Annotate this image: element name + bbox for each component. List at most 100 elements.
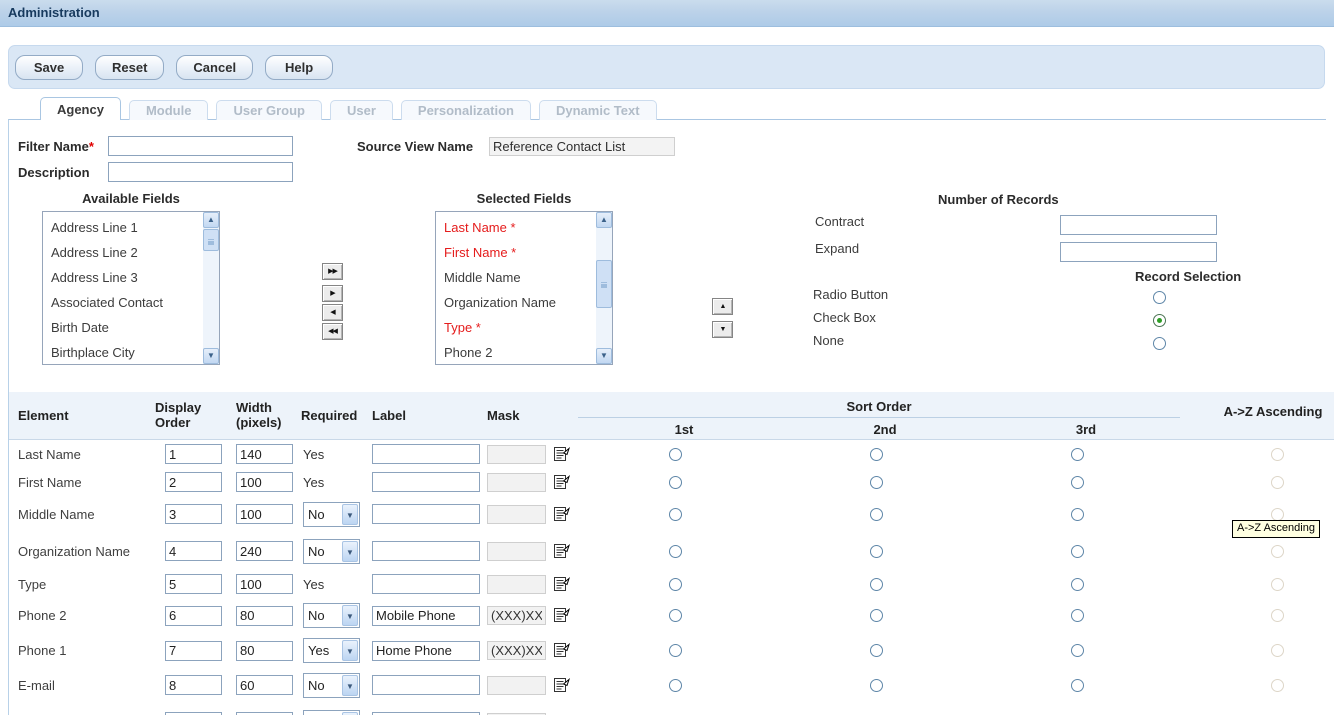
list-item[interactable]: Birth Date	[43, 315, 202, 340]
tab-agency[interactable]: Agency	[40, 97, 121, 120]
description-input[interactable]	[108, 162, 293, 182]
sort-1st-radio[interactable]	[669, 644, 682, 657]
filter-name-input[interactable]	[108, 136, 293, 156]
tab-user-group[interactable]: User Group	[216, 100, 322, 120]
sort-1st-radio[interactable]	[669, 448, 682, 461]
move-all-right-button[interactable]: ▶▶	[322, 263, 343, 280]
sort-2nd-radio[interactable]	[870, 508, 883, 521]
scroll-down-icon[interactable]: ▼	[596, 348, 612, 364]
sort-2nd-radio[interactable]	[870, 609, 883, 622]
save-button[interactable]: Save	[15, 55, 83, 80]
scroll-up-icon[interactable]: ▲	[203, 212, 219, 228]
label-input[interactable]	[372, 641, 480, 661]
cancel-button[interactable]: Cancel	[176, 55, 253, 80]
label-input[interactable]	[372, 444, 480, 464]
list-item[interactable]: Last Name *	[436, 215, 595, 240]
mask-editor-icon[interactable]	[553, 576, 570, 593]
sort-2nd-radio[interactable]	[870, 476, 883, 489]
sort-3rd-radio[interactable]	[1071, 644, 1084, 657]
sort-2nd-radio[interactable]	[870, 545, 883, 558]
sort-1st-radio[interactable]	[669, 609, 682, 622]
scroll-down-icon[interactable]: ▼	[203, 348, 219, 364]
required-select[interactable]: No▼	[303, 502, 360, 527]
check-box-option-radio[interactable]	[1153, 314, 1166, 327]
sort-1st-radio[interactable]	[669, 578, 682, 591]
reset-button[interactable]: Reset	[95, 55, 164, 80]
display-order-input[interactable]	[165, 606, 222, 626]
required-select[interactable]: No▼	[303, 539, 360, 564]
required-select[interactable]: No▼	[303, 603, 360, 628]
mask-editor-icon[interactable]	[553, 446, 570, 463]
sort-3rd-radio[interactable]	[1071, 578, 1084, 591]
scrollbar-thumb[interactable]	[203, 229, 219, 251]
move-up-button[interactable]: ▲	[712, 298, 733, 315]
tab-user[interactable]: User	[330, 100, 393, 120]
mask-editor-icon[interactable]	[553, 506, 570, 523]
scrollbar-thumb[interactable]	[596, 260, 612, 308]
width-input[interactable]	[236, 504, 293, 524]
none-option-radio[interactable]	[1153, 337, 1166, 350]
width-input[interactable]	[236, 472, 293, 492]
list-item[interactable]: Type *	[436, 315, 595, 340]
width-input[interactable]	[236, 606, 293, 626]
display-order-input[interactable]	[165, 444, 222, 464]
width-input[interactable]	[236, 541, 293, 561]
width-input[interactable]	[236, 574, 293, 594]
list-item[interactable]: Address Line 3	[43, 265, 202, 290]
sort-1st-radio[interactable]	[669, 679, 682, 692]
label-input[interactable]	[372, 504, 480, 524]
expand-input[interactable]	[1060, 242, 1217, 262]
display-order-input[interactable]	[165, 504, 222, 524]
move-all-left-button[interactable]: ◀◀	[322, 323, 343, 340]
width-input[interactable]	[236, 444, 293, 464]
list-item[interactable]: First Name *	[436, 240, 595, 265]
mask-editor-icon[interactable]	[553, 642, 570, 659]
sort-2nd-radio[interactable]	[870, 578, 883, 591]
sort-2nd-radio[interactable]	[870, 679, 883, 692]
tab-module[interactable]: Module	[129, 100, 209, 120]
sort-3rd-radio[interactable]	[1071, 679, 1084, 692]
list-item[interactable]: Birthplace City	[43, 340, 202, 365]
mask-editor-icon[interactable]	[553, 543, 570, 560]
sort-3rd-radio[interactable]	[1071, 609, 1084, 622]
display-order-input[interactable]	[165, 675, 222, 695]
label-input[interactable]	[372, 606, 480, 626]
sort-3rd-radio[interactable]	[1071, 476, 1084, 489]
mask-editor-icon[interactable]	[553, 677, 570, 694]
move-down-button[interactable]: ▼	[712, 321, 733, 338]
mask-editor-icon[interactable]	[553, 474, 570, 491]
sort-3rd-radio[interactable]	[1071, 508, 1084, 521]
required-select[interactable]: No▼	[303, 673, 360, 698]
contract-input[interactable]	[1060, 215, 1217, 235]
label-input[interactable]	[372, 541, 480, 561]
sort-1st-radio[interactable]	[669, 508, 682, 521]
list-item[interactable]: Organization Name	[436, 290, 595, 315]
tab-dynamic-text[interactable]: Dynamic Text	[539, 100, 657, 120]
sort-2nd-radio[interactable]	[870, 644, 883, 657]
sort-3rd-radio[interactable]	[1071, 448, 1084, 461]
required-select[interactable]: Yes▼	[303, 638, 360, 663]
help-button[interactable]: Help	[265, 55, 333, 80]
label-input[interactable]	[372, 574, 480, 594]
selected-fields-list[interactable]: Last Name * First Name * Middle Name Org…	[435, 211, 613, 365]
scroll-up-icon[interactable]: ▲	[596, 212, 612, 228]
width-input[interactable]	[236, 641, 293, 661]
display-order-input[interactable]	[165, 574, 222, 594]
list-item[interactable]: Associated Contact	[43, 290, 202, 315]
radio-button-option-radio[interactable]	[1153, 291, 1166, 304]
sort-1st-radio[interactable]	[669, 476, 682, 489]
display-order-input[interactable]	[165, 541, 222, 561]
list-item[interactable]: Address Line 2	[43, 240, 202, 265]
required-select[interactable]: ▼	[303, 710, 360, 715]
mask-editor-icon[interactable]	[553, 607, 570, 624]
sort-2nd-radio[interactable]	[870, 448, 883, 461]
move-right-button[interactable]: ▶	[322, 285, 343, 302]
width-input[interactable]	[236, 675, 293, 695]
sort-1st-radio[interactable]	[669, 545, 682, 558]
display-order-input[interactable]	[165, 641, 222, 661]
list-item[interactable]: Address Line 1	[43, 215, 202, 240]
tab-personalization[interactable]: Personalization	[401, 100, 531, 120]
list-item[interactable]: Middle Name	[436, 265, 595, 290]
available-fields-list[interactable]: Address Line 1 Address Line 2 Address Li…	[42, 211, 220, 365]
move-left-button[interactable]: ◀	[322, 304, 343, 321]
